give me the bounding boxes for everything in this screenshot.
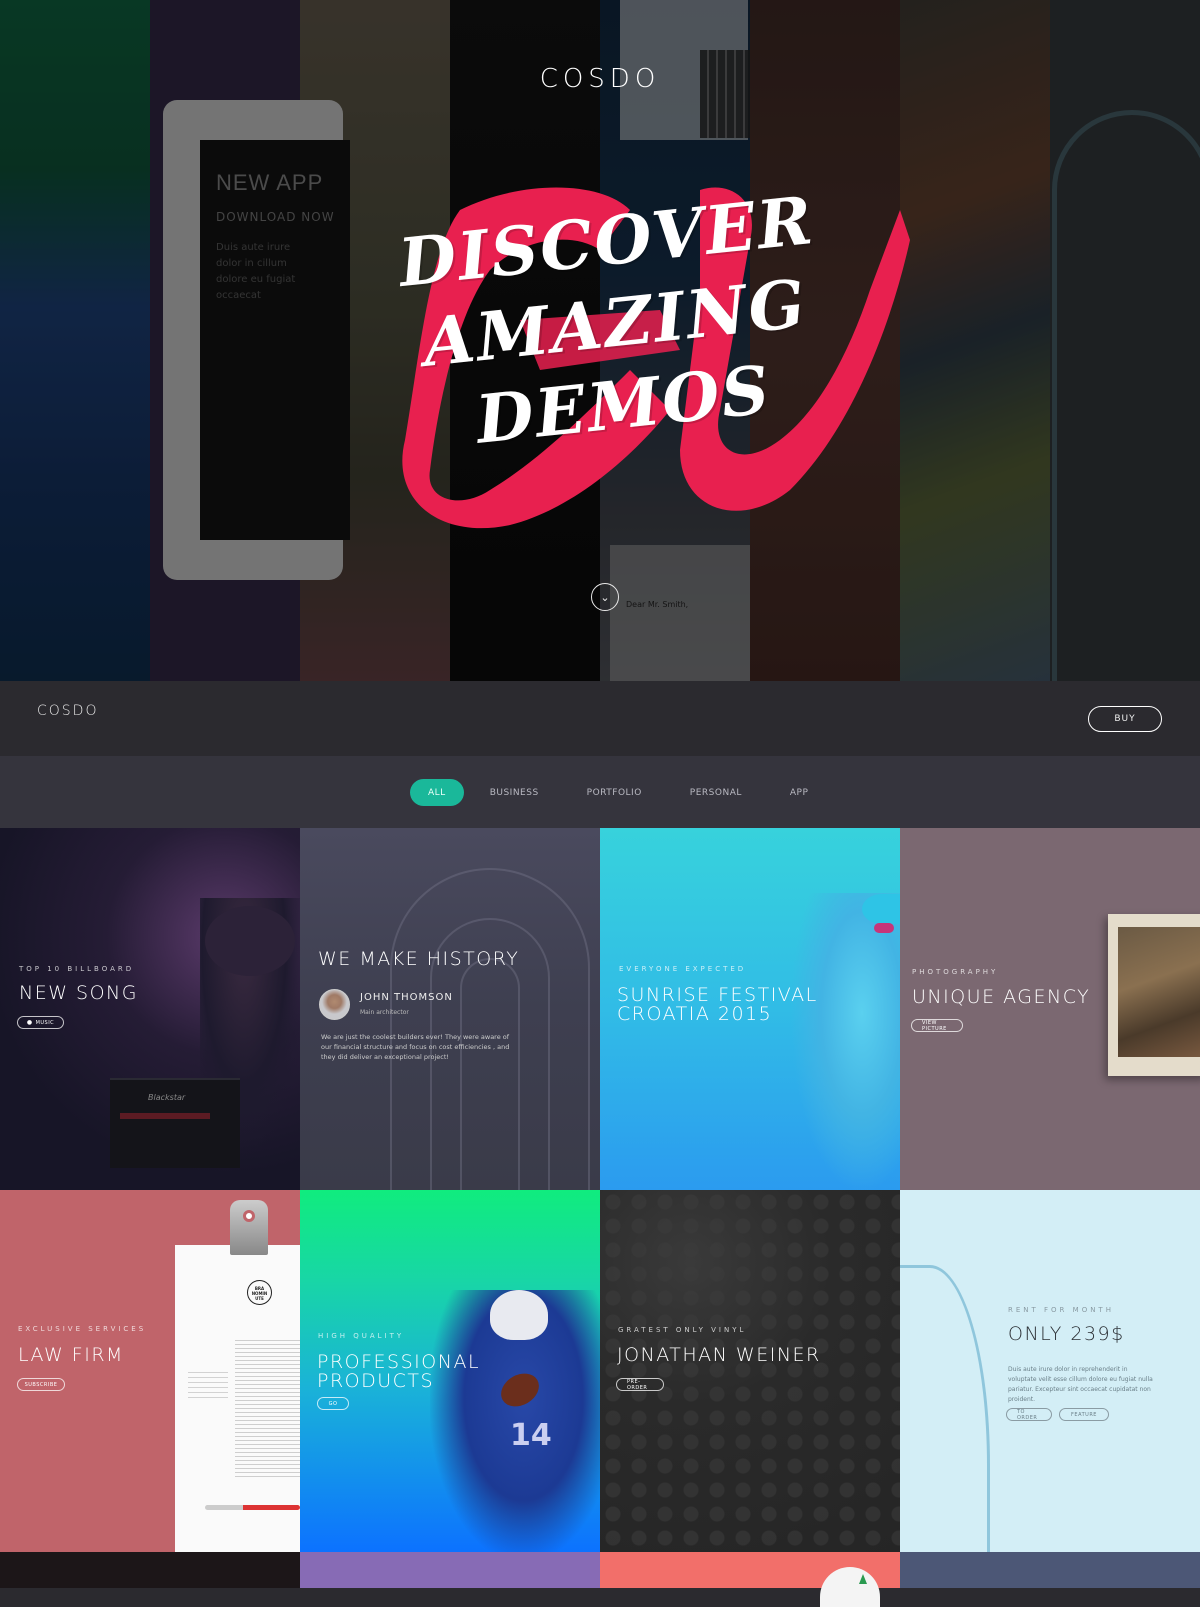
demo-card-unique-agency[interactable]: PHOTOGRAPHY UNIQUE AGENCY VIEW PICTURE <box>900 828 1200 1190</box>
card-eyebrow: GRATEST ONLY VINYL <box>618 1326 747 1334</box>
filter-tab-app[interactable]: APP <box>768 779 831 806</box>
card-eyebrow: EXCLUSIVE SERVICES <box>18 1325 147 1333</box>
card-eyebrow: HIGH QUALITY <box>318 1332 405 1340</box>
card-title-line-2: PRODUCTS <box>317 1370 435 1392</box>
demo-card-sunrise-festival[interactable]: EVERYONE EXPECTED SUNRISE FESTIVAL CROAT… <box>600 828 900 1190</box>
binder-clip <box>230 1200 268 1255</box>
card-title-line-1: PROFESSIONAL <box>317 1351 481 1373</box>
card-eyebrow: RENT FOR MONTH <box>1008 1306 1114 1314</box>
demo-card-peek-slate[interactable] <box>900 1552 1200 1588</box>
card-title-line-2: CROATIA 2015 <box>617 1003 773 1025</box>
amplifier-label: Blackstar <box>148 1093 186 1102</box>
filter-tab-portfolio[interactable]: PORTFOLIO <box>565 779 664 806</box>
demo-card-new-song[interactable]: Blackstar TOP 10 BILLBOARD NEW SONG ● MU… <box>0 828 300 1190</box>
hero-logo: COSDO <box>539 64 661 94</box>
filter-tab-personal[interactable]: PERSONAL <box>668 779 764 806</box>
top-navbar: COSDO BUY <box>0 681 1200 756</box>
letterhead-contact <box>188 1372 228 1402</box>
price-title: ONLY 239$ <box>1008 1323 1125 1345</box>
card-title-line-1: SUNRISE FESTIVAL <box>617 984 818 1006</box>
subscribe-button[interactable]: SUBSCRIBE <box>17 1378 65 1391</box>
view-picture-button[interactable]: VIEW PICTURE <box>911 1019 963 1032</box>
navbar-logo[interactable]: COSDO <box>37 703 98 719</box>
card-title: JONATHAN WEINER <box>617 1344 821 1366</box>
helmet-photo <box>490 1290 548 1340</box>
crowd-photo <box>600 1190 900 1552</box>
sunglasses-photo <box>874 923 894 933</box>
hero-headline: DISCOVER AMAZING DEMOS <box>383 178 846 469</box>
card-eyebrow: TOP 10 BILLBOARD <box>19 965 135 973</box>
stage-light <box>120 1113 210 1119</box>
amplifier-photo <box>110 1078 240 1168</box>
buy-button[interactable]: BUY <box>1088 706 1162 732</box>
chevron-down-icon: ⌄ <box>600 590 610 604</box>
scroll-down-button[interactable]: ⌄ <box>591 583 619 611</box>
demo-card-jonathan-weiner[interactable]: GRATEST ONLY VINYL JONATHAN WEINER PRE-O… <box>600 1190 900 1552</box>
pen <box>205 1505 300 1510</box>
card-description: Duis aute irure dolor in reprehenderit i… <box>1008 1366 1153 1403</box>
card-eyebrow: PHOTOGRAPHY <box>912 968 999 976</box>
jersey-number: 14 <box>510 1418 552 1453</box>
surfboard-outline <box>900 1265 990 1552</box>
demo-card-rent-surfboard[interactable]: RENT FOR MONTH ONLY 239$ Duis aute irure… <box>900 1190 1200 1552</box>
person-name: JOHN THOMSON <box>360 992 453 1003</box>
hero-banner: NEW APP DOWNLOAD NOW Duis aute irure dol… <box>0 0 1200 681</box>
demo-card-we-make-history[interactable]: WE MAKE HISTORY JOHN THOMSON Main archit… <box>300 828 600 1190</box>
letterhead-text <box>235 1340 300 1480</box>
filter-tab-business[interactable]: BUSINESS <box>468 779 561 806</box>
go-button[interactable]: GO <box>317 1397 349 1410</box>
testimonial-quote: We are just the coolest builders ever! T… <box>321 1033 510 1061</box>
filter-tab-all[interactable]: ALL <box>410 779 464 806</box>
demo-card-peek-dark[interactable] <box>0 1552 300 1588</box>
festival-person-photo <box>790 893 900 1190</box>
to-order-button[interactable]: TO ORDER <box>1006 1408 1052 1421</box>
demo-card-law-firm[interactable]: BRA NOMIN UTE EXCLUSIVE SERVICES LAW FIR… <box>0 1190 300 1552</box>
demo-card-peek-purple[interactable] <box>300 1552 600 1588</box>
music-button[interactable]: ● MUSIC <box>17 1016 64 1029</box>
demo-filter-bar: ALL BUSINESS PORTFOLIO PERSONAL APP <box>0 756 1200 828</box>
card-title: WE MAKE HISTORY <box>318 948 520 970</box>
feature-button[interactable]: FEATURE <box>1059 1408 1109 1421</box>
filter-tabs: ALL BUSINESS PORTFOLIO PERSONAL APP <box>410 779 834 806</box>
avatar <box>319 989 350 1020</box>
singer-hair <box>205 906 295 976</box>
card-eyebrow: EVERYONE EXPECTED <box>619 965 747 973</box>
framed-photo <box>1118 927 1200 1057</box>
cap-photo <box>862 894 900 924</box>
card-title: UNIQUE AGENCY <box>912 986 1091 1008</box>
card-title: NEW SONG <box>19 982 138 1004</box>
apple-icon: ● <box>26 1019 33 1026</box>
binder-clip-dot <box>243 1210 255 1222</box>
demo-card-professional-products[interactable]: 14 HIGH QUALITY PROFESSIONAL PRODUCTS GO <box>300 1190 600 1552</box>
letterhead-stamp: BRA NOMIN UTE <box>247 1280 272 1305</box>
arch-decoration <box>460 958 520 1190</box>
pre-order-button[interactable]: PRE-ORDER <box>616 1378 664 1391</box>
person-role: Main architector <box>360 1009 409 1016</box>
card-title: LAW FIRM <box>18 1344 124 1366</box>
